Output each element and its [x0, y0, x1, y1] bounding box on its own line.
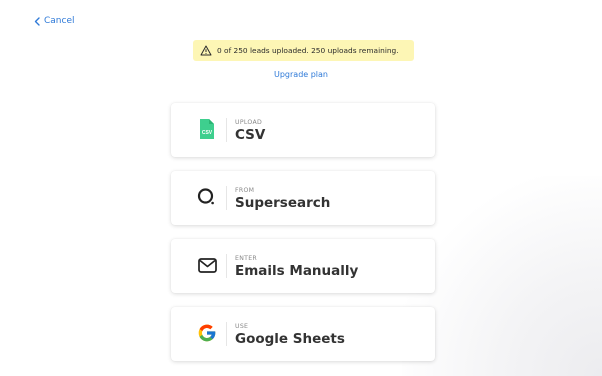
csv-file-icon: CSV: [196, 118, 218, 140]
chevron-left-icon: [34, 16, 40, 26]
upload-limit-banner: 0 of 250 leads uploaded. 250 uploads rem…: [193, 40, 414, 61]
card-label: Google Sheets: [235, 331, 345, 347]
cancel-label: Cancel: [44, 16, 75, 26]
upgrade-plan-link[interactable]: Upgrade plan: [274, 70, 328, 79]
mail-icon: [196, 254, 218, 276]
card-sublabel: UPLOAD: [235, 119, 263, 126]
upload-csv-card[interactable]: CSV UPLOAD CSV: [171, 103, 435, 157]
emails-manually-card[interactable]: ENTER Emails Manually: [171, 239, 435, 293]
card-divider: [226, 118, 227, 142]
google-sheets-card[interactable]: USE Google Sheets: [171, 307, 435, 361]
card-sublabel: USE: [235, 323, 249, 330]
warning-icon: [200, 45, 212, 56]
google-icon: [196, 322, 218, 344]
banner-text: 0 of 250 leads uploaded. 250 uploads rem…: [217, 46, 399, 55]
card-label: Supersearch: [235, 195, 331, 211]
card-sublabel: ENTER: [235, 255, 258, 262]
card-divider: [226, 254, 227, 278]
search-icon: [196, 186, 218, 208]
svg-text:CSV: CSV: [202, 130, 213, 136]
supersearch-card[interactable]: FROM Supersearch: [171, 171, 435, 225]
card-sublabel: FROM: [235, 187, 255, 194]
card-divider: [226, 186, 227, 210]
card-label: CSV: [235, 127, 266, 143]
card-label: Emails Manually: [235, 263, 359, 279]
cancel-link[interactable]: Cancel: [34, 14, 75, 28]
upgrade-plan-row: Upgrade plan: [0, 70, 602, 79]
card-divider: [226, 322, 227, 346]
